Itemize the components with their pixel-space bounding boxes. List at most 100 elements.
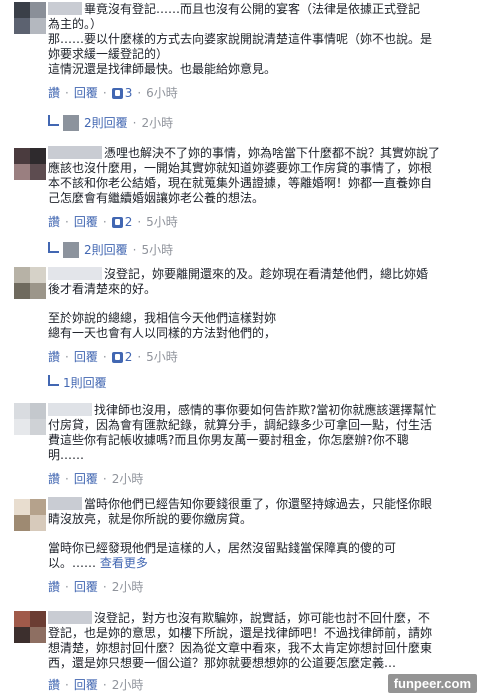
comment-text-line: 登記，也是妳的意思，如樓下所說，還是找律師吧！不過找律師前，請妳 [48, 626, 433, 640]
comment-actions: 讚 · 回覆 · 3 · 6小時 [48, 85, 475, 101]
reply-avatar [63, 115, 79, 131]
separator: · [65, 472, 69, 486]
view-replies-link[interactable]: 2則回覆 · 2小時 [48, 115, 173, 131]
like-button[interactable]: 讚 [48, 579, 60, 595]
commenter-name[interactable] [48, 403, 92, 416]
like-button[interactable]: 讚 [48, 471, 60, 487]
comment-thread: 畢竟沒有登記……而且也沒有公開的宴客（法律是依據正式登記 為主的。） 那……要以… [0, 0, 485, 697]
like-button[interactable]: 讚 [48, 677, 60, 693]
comment-text-line: 那……要以什麼樣的方式去向婆家說開說清楚這件事情呢（妳不也說。是 [48, 32, 433, 46]
avatar[interactable] [14, 2, 46, 34]
like-icon [111, 351, 123, 363]
commenter-name[interactable] [48, 146, 102, 159]
like-button[interactable]: 讚 [48, 349, 60, 365]
avatar[interactable] [14, 403, 46, 435]
comment-text-line: 至於妳說的總總，我相信今天他們這樣對妳 [48, 311, 277, 325]
comment-text-line: 後才看清楚來的好。 [48, 282, 157, 296]
comment-text-line: 為主的。） [48, 17, 103, 31]
separator: · [65, 86, 69, 100]
separator: · [65, 678, 69, 692]
comment-actions: 讚 · 回覆 · 2小時 [48, 579, 475, 595]
comment-body: 找律師也沒用，感情的事你要如何告詐欺?當初你就應該選擇幫忙 付房貸，因為會有匯款… [48, 403, 475, 487]
comment-text-line: 己怎麼會有繼續婚姻讓妳老公養的想法。 [48, 191, 265, 205]
like-button[interactable]: 讚 [48, 85, 60, 101]
like-count[interactable]: 2 [125, 214, 133, 230]
like-icon [111, 87, 123, 99]
comment-text-line: 妳要求緩一緩登記的） [48, 47, 169, 61]
comment-text-line: 本不該和你老公結婚，現在就蒐集外遇證據，等離婚啊！妳都一直養妳自 [48, 176, 433, 190]
separator: · [102, 350, 107, 364]
timestamp[interactable]: 5小時 [146, 214, 178, 230]
view-replies-link[interactable]: 1則回覆 [48, 375, 107, 391]
reply-button[interactable]: 回覆 [74, 349, 98, 365]
comment-actions: 讚 · 回覆 · 2小時 [48, 471, 475, 487]
commenter-name[interactable] [48, 2, 82, 15]
comment-body: 沒登記，妳要離開還來的及。趁妳現在看清楚他們，總比妳婚 後才看清楚來的好。 至於… [48, 267, 475, 365]
separator: · [132, 116, 137, 130]
timestamp[interactable]: 2小時 [112, 677, 144, 693]
reply-button[interactable]: 回覆 [74, 677, 98, 693]
separator: · [137, 350, 142, 364]
comment-text-line: 付房貸，因為會有匯款紀錄，就算分手，調紀錄多少可拿回一點，付生活 [48, 418, 433, 432]
separator: · [102, 678, 107, 692]
comment-text-line: 當時你他們已經告知你要錢很重了，你還堅持嫁過去，只能怪你眼 [48, 497, 475, 512]
separator: · [65, 350, 69, 364]
separator: · [102, 472, 107, 486]
comment-text-line: 憑哩也解決不了妳的事情，妳為啥當下什麼都不說？其實妳說了 [48, 146, 475, 161]
reply-arrow-icon [48, 242, 59, 253]
commenter-name[interactable] [48, 611, 92, 624]
timestamp[interactable]: 6小時 [146, 85, 178, 101]
comment-actions: 讚 · 回覆 · 2 · 5小時 [48, 349, 475, 365]
timestamp[interactable]: 5小時 [146, 349, 178, 365]
avatar[interactable] [14, 499, 46, 531]
reply-arrow-icon [48, 115, 59, 126]
comment-body: 畢竟沒有登記……而且也沒有公開的宴客（法律是依據正式登記 為主的。） 那……要以… [48, 2, 475, 101]
separator: · [65, 580, 69, 594]
ellipsis: …… [72, 556, 97, 570]
timestamp[interactable]: 2小時 [112, 579, 144, 595]
reply-button[interactable]: 回覆 [74, 214, 98, 230]
comment-text-line: 總有一天也會有人以同樣的方法對他們的， [48, 326, 277, 340]
comment-actions: 讚 · 回覆 · 2 · 5小時 [48, 214, 475, 230]
separator: · [102, 86, 107, 100]
reply-arrow-icon [48, 375, 59, 386]
separator: · [132, 243, 137, 257]
see-more-link[interactable]: 查看更多 [100, 556, 148, 570]
reply-avatar [63, 242, 79, 258]
view-replies-link[interactable]: 2則回覆 · 5小時 [48, 242, 173, 258]
like-count[interactable]: 2 [125, 349, 133, 365]
separator: · [102, 215, 107, 229]
replies-timestamp: 2小時 [141, 116, 174, 130]
watermark: funpeer.com [387, 674, 477, 693]
comment-text-line: 西，還是妳只想要一個公道？那妳就要想想妳的公道要怎麼定義… [48, 656, 397, 670]
like-count[interactable]: 3 [125, 85, 133, 101]
commenter-name[interactable] [48, 497, 82, 510]
separator: · [65, 215, 69, 229]
like-icon [111, 216, 123, 228]
separator: · [137, 86, 142, 100]
reply-button[interactable]: 回覆 [74, 471, 98, 487]
comment-text-line: 應該也沒什麼用，一開始其實妳就知道妳婆要妳工作房貸的事情了，妳根 [48, 161, 433, 175]
like-button[interactable]: 讚 [48, 214, 60, 230]
comment-text-line: 當時你已經發現他們是這樣的人，居然沒留點錢當保障真的傻的可 [48, 541, 397, 555]
comment-body: 憑哩也解決不了妳的事情，妳為啥當下什麼都不說？其實妳說了 應該也沒什麼用，一開始… [48, 146, 475, 230]
comment-text-line: 找律師也沒用，感情的事你要如何告詐欺?當初你就應該選擇幫忙 [48, 403, 475, 418]
comment-text-line: 以。…… 查看更多 [48, 556, 148, 570]
comment-text-line: 睛沒放亮，就是你所說的要你繳房貸。 [48, 512, 253, 526]
reply-button[interactable]: 回覆 [74, 579, 98, 595]
commenter-name[interactable] [48, 267, 102, 280]
comment-text-line: 畢竟沒有登記……而且也沒有公開的宴客（法律是依據正式登記 [48, 2, 475, 17]
separator: · [137, 215, 142, 229]
avatar[interactable] [14, 148, 46, 180]
timestamp[interactable]: 2小時 [112, 471, 144, 487]
reply-button[interactable]: 回覆 [74, 85, 98, 101]
replies-timestamp: 5小時 [141, 243, 174, 257]
avatar[interactable] [14, 611, 46, 643]
comment-text-line: 沒登記，妳要離開還來的及。趁妳現在看清楚他們，總比妳婚 [48, 267, 475, 282]
comment-text-line: 明…… [48, 448, 85, 462]
comment-text-line: 沒登記，對方也沒有欺騙妳，說實話，妳可能也討不回什麼，不 [48, 611, 475, 626]
comment-text-line: 費這些你有記帳收據嗎?而且你男友萬一要討租金，你怎麼辦?你不聰 [48, 433, 409, 447]
avatar[interactable] [14, 267, 46, 299]
